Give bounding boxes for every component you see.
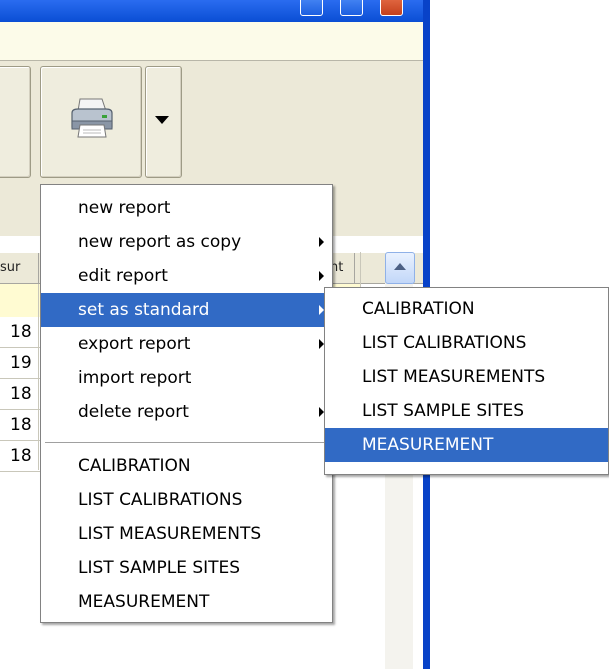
chevron-right-icon <box>319 271 324 281</box>
column-header[interactable]: sur <box>0 253 39 283</box>
menu-item-label: edit report <box>78 266 168 286</box>
cell-id: 18 <box>10 415 32 435</box>
menu-item-label: import report <box>78 368 192 388</box>
info-strip <box>0 22 423 61</box>
chevron-up-icon <box>394 263 406 270</box>
menu-separator <box>45 442 328 444</box>
cell-id: 19 <box>10 353 32 373</box>
menu-item-import-report[interactable]: import report <box>41 361 332 395</box>
menu-item-new-report-as-copy[interactable]: new report as copy <box>41 225 332 259</box>
menu-item-label: set as standard <box>78 300 210 320</box>
submenu-item[interactable]: LIST CALIBRATIONS <box>325 326 608 360</box>
submenu-item-highlighted[interactable]: MEASUREMENT <box>325 428 608 462</box>
cell-id: 18 <box>10 384 32 404</box>
menu-item-label: export report <box>78 334 191 354</box>
set-as-standard-submenu: CALIBRATION LIST CALIBRATIONS LIST MEASU… <box>324 287 609 475</box>
menu-item-report[interactable]: LIST MEASUREMENTS <box>41 517 332 551</box>
submenu-item[interactable]: LIST SAMPLE SITES <box>325 394 608 428</box>
chevron-right-icon <box>319 237 324 247</box>
menu-item-report[interactable]: LIST SAMPLE SITES <box>41 551 332 585</box>
menu-item-report[interactable]: LIST CALIBRATIONS <box>41 483 332 517</box>
menu-item-set-as-standard[interactable]: set as standard <box>41 293 332 327</box>
cell-id: 18 <box>10 322 32 342</box>
submenu-item[interactable]: LIST MEASUREMENTS <box>325 360 608 394</box>
close-button[interactable] <box>380 0 403 16</box>
report-context-menu: new report new report as copy edit repor… <box>40 184 333 623</box>
menu-item-label: new report <box>78 198 171 218</box>
column-header[interactable]: nt <box>330 253 355 283</box>
menu-item-export-report[interactable]: export report <box>41 327 332 361</box>
toolbar-button[interactable] <box>0 66 31 178</box>
menu-item-report[interactable]: CALIBRATION <box>41 449 332 483</box>
grid-divider <box>38 284 39 470</box>
menu-item-new-report[interactable]: new report <box>41 191 332 225</box>
minimize-button[interactable] <box>300 0 323 16</box>
menu-item-edit-report[interactable]: edit report <box>41 259 332 293</box>
submenu-item[interactable]: CALIBRATION <box>325 292 608 326</box>
printer-icon <box>71 98 113 138</box>
title-bar <box>0 0 430 22</box>
chevron-down-icon <box>155 116 169 124</box>
cell-id: 18 <box>10 446 32 466</box>
maximize-button[interactable] <box>340 0 363 16</box>
menu-item-report[interactable]: MEASUREMENT <box>41 585 332 619</box>
menu-item-delete-report[interactable]: delete report <box>41 395 332 429</box>
menu-item-label: delete report <box>78 402 189 422</box>
menu-item-label: new report as copy <box>78 232 242 252</box>
